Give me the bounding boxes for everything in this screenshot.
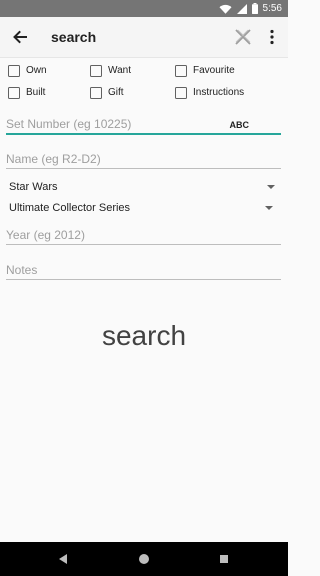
navigation-bar <box>0 542 288 576</box>
set-number-underline <box>6 133 281 135</box>
search-button[interactable]: search <box>0 318 288 354</box>
page-title: search <box>51 29 97 45</box>
theme-dropdown[interactable]: Star Wars <box>9 179 275 195</box>
built-label: Built <box>26 87 46 98</box>
set-number-field[interactable]: Set Number (eg 10225) ABC <box>6 116 281 136</box>
nav-recents-icon[interactable] <box>220 555 228 563</box>
status-bar: 5:56 <box>0 0 288 17</box>
gift-label: Gift <box>108 87 124 98</box>
battery-icon <box>251 3 258 14</box>
status-time: 5:56 <box>262 3 282 14</box>
year-underline <box>6 244 281 245</box>
theme-value: Star Wars <box>9 181 58 193</box>
dropdown-arrow-icon <box>267 185 275 189</box>
want-label: Want <box>108 65 131 76</box>
year-placeholder: Year (eg 2012) <box>6 228 85 242</box>
own-label: Own <box>26 65 47 76</box>
set-number-placeholder: Set Number (eg 10225) <box>6 117 132 131</box>
checkbox-box[interactable] <box>8 87 20 99</box>
notes-placeholder: Notes <box>6 263 38 277</box>
notes-field[interactable]: Notes <box>6 262 281 282</box>
more-vert-icon[interactable] <box>266 28 278 46</box>
filter-row-1: Own Want Favourite <box>0 63 288 79</box>
checkbox-box[interactable] <box>175 65 187 77</box>
year-field[interactable]: Year (eg 2012) <box>6 227 281 247</box>
checkbox-box[interactable] <box>90 87 102 99</box>
close-icon[interactable] <box>234 28 252 46</box>
dropdown-arrow-icon <box>265 206 273 210</box>
instructions-checkbox[interactable]: Instructions <box>175 85 244 101</box>
checkbox-box[interactable] <box>8 65 20 77</box>
name-underline <box>6 168 281 169</box>
nav-back-icon[interactable] <box>59 554 67 564</box>
keyboard-mode-indicator: ABC <box>229 120 250 130</box>
signal-icon <box>236 3 247 14</box>
favourite-checkbox[interactable]: Favourite <box>175 63 235 79</box>
built-checkbox[interactable]: Built <box>8 85 45 101</box>
instructions-label: Instructions <box>193 87 245 98</box>
filter-row-2: Built Gift Instructions <box>0 85 288 101</box>
checkbox-box[interactable] <box>90 65 102 77</box>
notes-underline <box>6 279 281 280</box>
gift-checkbox[interactable]: Gift <box>90 85 124 101</box>
checkbox-box[interactable] <box>175 87 187 99</box>
subtheme-value: Ultimate Collector Series <box>9 202 131 214</box>
nav-home-icon[interactable] <box>139 554 149 564</box>
name-field[interactable]: Name (eg R2-D2) <box>6 151 281 171</box>
name-placeholder: Name (eg R2-D2) <box>6 152 101 166</box>
app-bar: search <box>0 17 288 58</box>
status-icons: 5:56 <box>219 2 282 15</box>
subtheme-dropdown[interactable]: Ultimate Collector Series <box>9 200 273 216</box>
favourite-label: Favourite <box>193 65 235 76</box>
want-checkbox[interactable]: Want <box>90 63 131 79</box>
arrow-left-icon[interactable] <box>10 27 30 47</box>
own-checkbox[interactable]: Own <box>8 63 47 79</box>
wifi-icon <box>219 4 232 14</box>
